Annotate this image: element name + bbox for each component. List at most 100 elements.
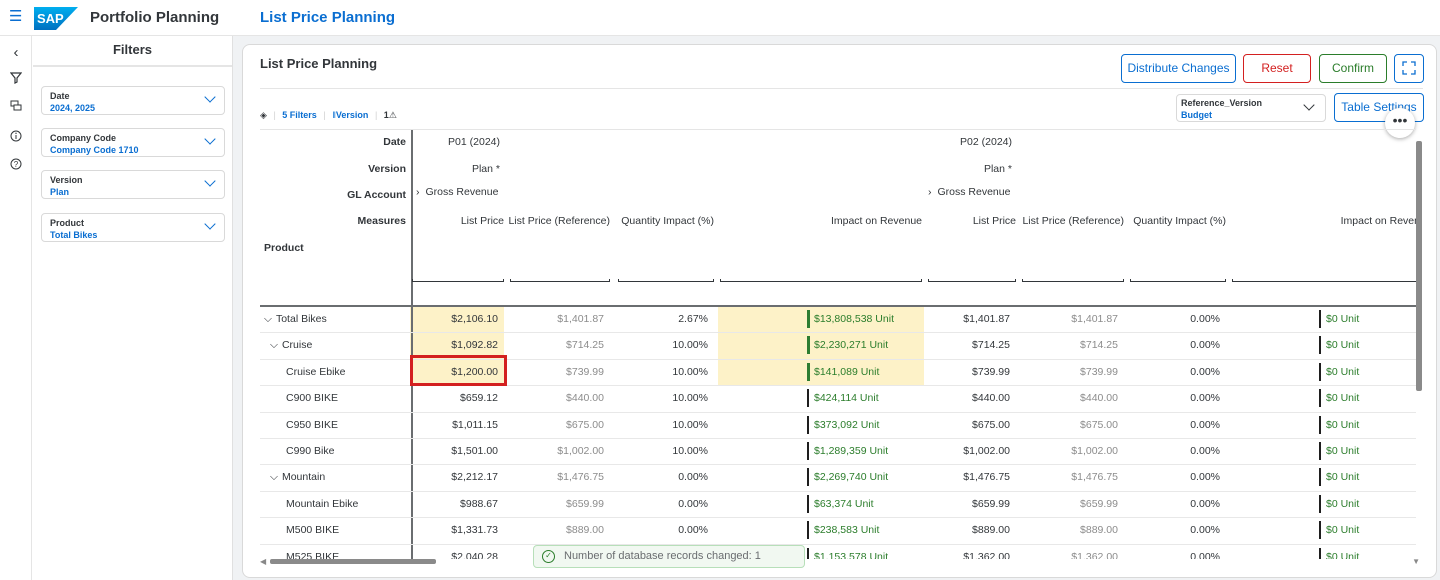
row-divider: [260, 411, 1416, 413]
horizontal-scrollbar[interactable]: ◀ ▼: [260, 557, 1420, 566]
table-cell[interactable]: 0.00%: [616, 498, 708, 510]
measure-header[interactable]: List Price (Reference): [508, 215, 610, 227]
table-cell[interactable]: 10.00%: [616, 392, 708, 404]
page-title: List Price Planning: [260, 9, 396, 26]
table-cell[interactable]: $714.25: [926, 339, 1010, 351]
filter-version[interactable]: Version Plan: [41, 170, 225, 199]
fullscreen-button[interactable]: [1394, 54, 1424, 83]
table-row-product[interactable]: ⌵ Cruise: [270, 339, 312, 352]
table-cell[interactable]: $1,002.00: [926, 445, 1010, 457]
filter-company-code[interactable]: Company Code Company Code 1710: [41, 128, 225, 157]
table-cell: $0 Unit: [1326, 497, 1360, 510]
filters-count-link[interactable]: 5 Filters: [282, 110, 317, 120]
table-cell[interactable]: 0.00%: [1128, 498, 1220, 510]
table-cell[interactable]: 0.00%: [1128, 392, 1220, 404]
menu-icon[interactable]: ☰: [9, 9, 22, 24]
table-cell[interactable]: 0.00%: [1128, 339, 1220, 351]
period-header-version: Plan *: [983, 163, 1012, 175]
gl-account-header[interactable]: › Gross Revenue: [416, 186, 498, 198]
table-row-product: M500 BIKE: [276, 524, 339, 536]
table-cell: $0 Unit: [1326, 339, 1360, 352]
table-cell[interactable]: $1,092.82: [410, 339, 498, 351]
product-name: Total Bikes: [275, 313, 327, 325]
filter-date[interactable]: Date 2024, 2025: [41, 86, 225, 115]
table-cell[interactable]: $659.99: [926, 498, 1010, 510]
gl-account-header[interactable]: › Gross Revenue: [928, 186, 1010, 198]
table-cell[interactable]: 0.00%: [1128, 471, 1220, 483]
measure-header[interactable]: List Price: [926, 215, 1016, 227]
layers-icon[interactable]: ◈: [260, 110, 267, 120]
filter-product[interactable]: Product Total Bikes: [41, 213, 225, 242]
table-row-product[interactable]: ⌵ Total Bikes: [264, 313, 327, 326]
table-cell[interactable]: $675.00: [926, 419, 1010, 431]
table-cell[interactable]: $889.00: [926, 524, 1010, 536]
table-cell[interactable]: $440.00: [926, 392, 1010, 404]
side-rail: ‹ ?: [0, 36, 32, 580]
card-title: List Price Planning: [260, 56, 378, 71]
chevron-down-icon: [204, 218, 216, 230]
comments-icon[interactable]: [0, 100, 32, 115]
table-cell[interactable]: 0.00%: [1128, 366, 1220, 378]
table-cell[interactable]: $1,401.87: [926, 313, 1010, 325]
info-icon[interactable]: [0, 130, 32, 145]
measure-header[interactable]: Quantity Impact (%): [616, 215, 714, 227]
impact-bar: [807, 415, 809, 434]
table-cell: $714.25: [1080, 339, 1118, 352]
measure-header[interactable]: List Price: [410, 215, 504, 227]
measure-header[interactable]: Impact on Reven: [1230, 215, 1416, 227]
measure-header[interactable]: Quantity Impact (%): [1128, 215, 1226, 227]
table-cell[interactable]: $2,212.17: [410, 471, 498, 483]
table-cell: $1,401.87: [1071, 313, 1118, 325]
table-cell[interactable]: 0.00%: [1128, 313, 1220, 325]
table-cell[interactable]: 2.67%: [616, 313, 708, 325]
impact-bar: [1319, 521, 1321, 540]
chevron-down-icon[interactable]: ⌵: [270, 339, 278, 351]
table-row-product[interactable]: ⌵ Mountain: [270, 471, 325, 484]
chevron-down-icon[interactable]: ⌵: [264, 313, 272, 325]
table-cell: $1,476.75: [1071, 471, 1118, 484]
table-cell: $0 Unit: [1326, 524, 1360, 537]
impact-bar: [1319, 442, 1321, 460]
collapse-icon[interactable]: ‹: [0, 44, 32, 61]
table-cell: $739.99: [1080, 365, 1118, 378]
table-cell[interactable]: 10.00%: [616, 445, 708, 457]
help-icon[interactable]: ?: [0, 158, 32, 173]
impact-bar: [807, 362, 810, 381]
grid-header-separator: [260, 305, 1416, 307]
table-cell[interactable]: $988.67: [410, 498, 498, 510]
table-row-product: Mountain Ebike: [276, 498, 358, 510]
measure-underline: [1022, 279, 1124, 282]
table-cell[interactable]: 0.00%: [1128, 419, 1220, 431]
product-name: C950 BIKE: [286, 418, 338, 431]
table-cell[interactable]: $1,331.73: [410, 524, 498, 536]
product-name: Mountain Ebike: [286, 497, 359, 510]
table-cell[interactable]: 0.00%: [1128, 524, 1220, 536]
measure-header[interactable]: Impact on Revenue: [718, 215, 922, 227]
chevron-down-icon[interactable]: ⌵: [270, 471, 278, 483]
confirm-button[interactable]: Confirm: [1319, 54, 1387, 83]
table-cell[interactable]: 10.00%: [616, 419, 708, 431]
table-cell[interactable]: $2,106.10: [410, 313, 498, 325]
sap-logo: SAP: [34, 7, 78, 30]
table-cell[interactable]: 0.00%: [616, 471, 708, 483]
table-cell[interactable]: 0.00%: [1128, 445, 1220, 457]
table-cell: $659.99: [566, 497, 604, 510]
table-cell[interactable]: 10.00%: [616, 339, 708, 351]
warning-icon[interactable]: ⚠: [389, 110, 397, 120]
table-cell[interactable]: $1,476.75: [926, 471, 1010, 483]
vertical-scrollbar[interactable]: [1416, 141, 1422, 391]
filter-label: Product: [50, 218, 85, 228]
distribute-changes-button[interactable]: Distribute Changes: [1121, 54, 1236, 83]
table-cell: $0 Unit: [1326, 418, 1360, 431]
filter-icon[interactable]: [0, 72, 32, 87]
table-cell[interactable]: 0.00%: [616, 524, 708, 536]
reference-version-select[interactable]: Reference_Version Budget: [1176, 94, 1326, 122]
table-cell[interactable]: $659.12: [410, 392, 498, 404]
reset-button[interactable]: Reset: [1243, 54, 1311, 83]
measure-header[interactable]: List Price (Reference): [1020, 215, 1124, 227]
table-cell[interactable]: $1,501.00: [410, 445, 498, 457]
version-link[interactable]: Version: [336, 110, 369, 120]
table-cell[interactable]: $1,011.15: [410, 419, 498, 431]
table-cell[interactable]: $739.99: [926, 366, 1010, 378]
table-cell[interactable]: 10.00%: [616, 366, 708, 378]
